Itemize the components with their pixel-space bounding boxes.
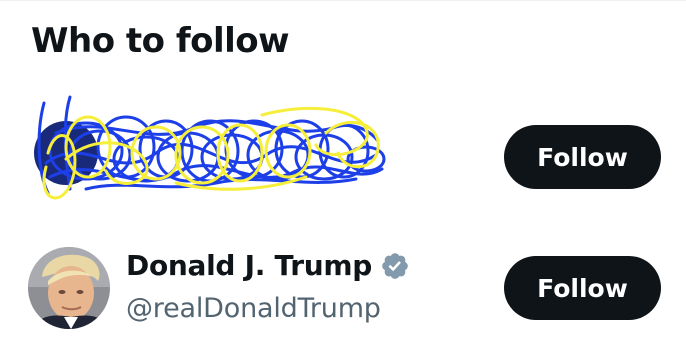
suggestion-row-redacted[interactable]: Follow (0, 93, 686, 203)
avatar[interactable] (28, 247, 110, 329)
redaction-scribble (34, 95, 386, 200)
panel-title: Who to follow (31, 21, 290, 61)
follow-button[interactable]: Follow (504, 256, 661, 320)
name-line: Donald J. Trump (126, 249, 410, 282)
verified-badge-icon (382, 252, 408, 279)
follow-button[interactable]: Follow (504, 125, 661, 189)
profile-photo (28, 247, 110, 329)
user-handle[interactable]: @realDonaldTrump (126, 293, 381, 324)
suggestion-row-trump[interactable]: Donald J. Trump @realDonaldTrump Follow (0, 233, 686, 343)
display-name[interactable]: Donald J. Trump (126, 249, 372, 282)
who-to-follow-panel: Who to follow Follow Donald J. Trump @re… (0, 0, 686, 362)
